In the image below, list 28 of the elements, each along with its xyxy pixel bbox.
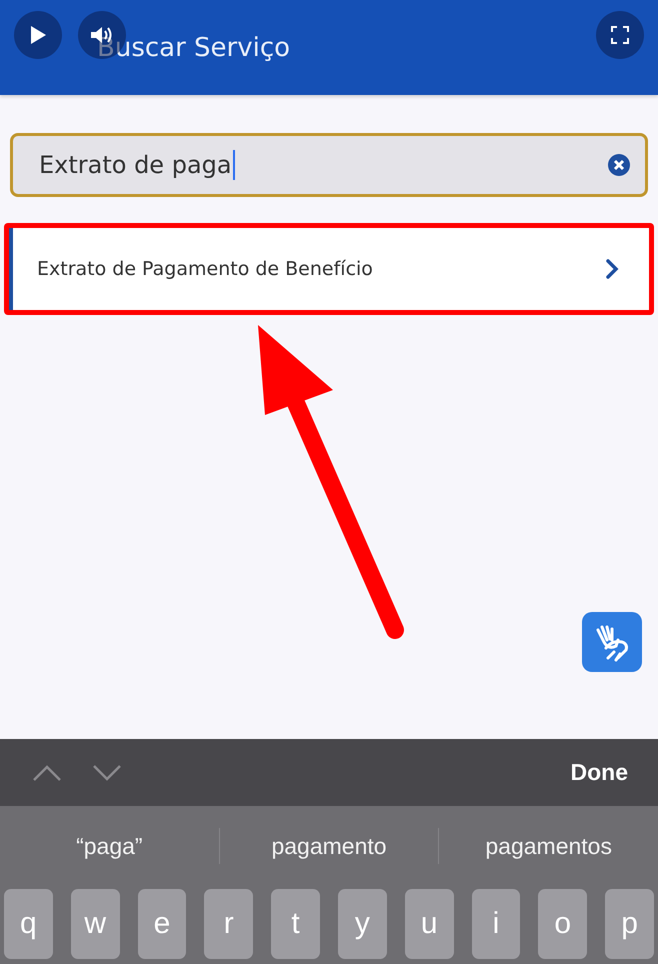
key[interactable]: q	[4, 889, 53, 959]
fullscreen-icon	[611, 26, 629, 44]
play-button[interactable]	[14, 11, 62, 59]
key[interactable]: p	[605, 889, 654, 959]
key[interactable]: r	[204, 889, 254, 959]
result-label: Extrato de Pagamento de Benefício	[37, 258, 374, 280]
key[interactable]: w	[70, 889, 120, 959]
chevron-right-icon	[605, 258, 619, 280]
done-button[interactable]: Done	[570, 759, 628, 786]
key[interactable]: i	[472, 889, 520, 959]
key[interactable]: u	[404, 889, 454, 959]
search-text: Extrato de paga	[39, 151, 232, 179]
key[interactable]: y	[338, 889, 387, 959]
suggestion[interactable]: “paga”	[0, 828, 219, 864]
suggestion[interactable]: pagamento	[218, 828, 438, 864]
result-item[interactable]: Extrato de Pagamento de Benefício	[9, 228, 649, 310]
chevron-down-icon[interactable]	[92, 764, 122, 782]
key[interactable]: e	[138, 889, 186, 959]
fullscreen-button[interactable]	[596, 11, 644, 59]
play-icon	[29, 25, 47, 45]
page-title: Buscar Serviço	[97, 32, 290, 62]
search-field[interactable]: Extrato de paga	[10, 133, 648, 197]
key[interactable]: t	[271, 889, 320, 959]
suggestion[interactable]: pagamentos	[438, 828, 658, 864]
chevron-up-icon[interactable]	[32, 764, 62, 782]
key[interactable]: o	[538, 889, 588, 959]
clear-icon[interactable]	[607, 153, 631, 177]
sign-language-button[interactable]	[582, 612, 642, 672]
